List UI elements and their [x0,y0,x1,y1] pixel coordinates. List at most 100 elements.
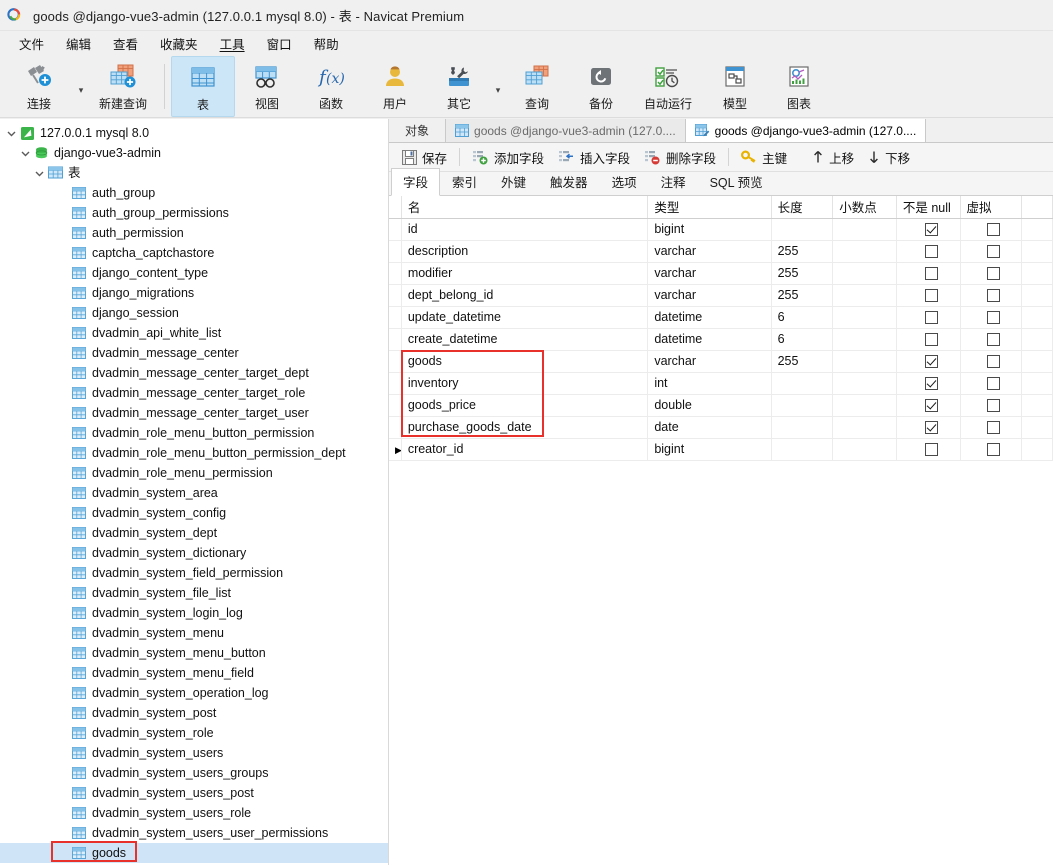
checkbox-icon[interactable] [987,355,1001,369]
tree-node-auth_group_permissions[interactable]: auth_group_permissions [0,203,388,223]
tree-node-dvadmin_message_center_target_user[interactable]: dvadmin_message_center_target_user [0,403,388,423]
row-indicator[interactable] [389,284,402,307]
cell-length[interactable] [771,394,834,417]
cell-decimals[interactable] [832,240,897,263]
tree-node-dvadmin_system_login_log[interactable]: dvadmin_system_login_log [0,603,388,623]
checkbox-icon[interactable] [987,267,1001,281]
cell-length[interactable]: 255 [771,262,834,285]
tree-node-dvadmin_system_menu[interactable]: dvadmin_system_menu [0,623,388,643]
toolbar-table[interactable]: 表 [171,56,235,117]
checkbox-icon[interactable] [924,289,938,303]
move-up-button[interactable]: 上移 [805,145,861,169]
checkbox-icon[interactable] [987,377,1001,391]
table-row[interactable]: goods_price double [389,394,1053,417]
tree-node-django_session[interactable]: django_session [0,303,388,323]
insert-field-button[interactable]: 插入字段 [551,145,637,169]
cell-name[interactable]: goods_price [401,394,649,417]
tree-node-goods[interactable]: goods [0,843,388,863]
cell-virtual-checkbox[interactable] [960,328,1023,351]
tree-node-dvadmin_message_center_target_role[interactable]: dvadmin_message_center_target_role [0,383,388,403]
row-indicator[interactable] [389,306,402,329]
toolbar-user[interactable]: 用户 [363,56,427,117]
cell-type[interactable]: bigint [647,218,772,241]
tree-node-auth_permission[interactable]: auth_permission [0,223,388,243]
tree-node-dvadmin_role_menu_button_permission_dept[interactable]: dvadmin_role_menu_button_permission_dept [0,443,388,463]
cell-virtual-checkbox[interactable] [960,218,1023,241]
cell-type[interactable]: double [647,394,772,417]
table-row[interactable]: id bigint [389,218,1053,241]
cell-not-null-checkbox[interactable] [896,262,961,285]
toolbar-other[interactable]: 其它 [427,56,491,117]
menu-edit[interactable]: 编辑 [55,31,102,56]
cell-length[interactable]: 255 [771,350,834,373]
cell-not-null-checkbox[interactable] [896,284,961,307]
row-indicator[interactable] [389,328,402,351]
tree-node-dvadmin_message_center[interactable]: dvadmin_message_center [0,343,388,363]
row-indicator[interactable] [389,240,402,263]
cell-virtual-checkbox[interactable] [960,240,1023,263]
cell-type[interactable]: varchar [647,240,772,263]
tree-node-django_content_type[interactable]: django_content_type [0,263,388,283]
row-indicator[interactable]: ▶ [389,438,402,461]
column-type[interactable]: 类型 [647,196,772,219]
column-length[interactable]: 长度 [771,196,834,219]
checkbox-icon[interactable] [987,311,1001,325]
table-row[interactable]: description varchar 255 [389,240,1053,263]
cell-name[interactable]: modifier [401,262,649,285]
checkbox-icon[interactable] [987,289,1001,303]
column-virtual[interactable]: 虚拟 [960,196,1023,219]
checkbox-icon[interactable] [924,267,938,281]
cell-length[interactable]: 255 [771,284,834,307]
cell-length[interactable]: 6 [771,306,834,329]
toolbar-automation[interactable]: 自动运行 [633,56,703,117]
subtab-options[interactable]: 选项 [600,168,649,195]
checkbox-icon[interactable] [924,333,938,347]
subtab-foreign-keys[interactable]: 外键 [489,168,538,195]
column-key-partial[interactable] [1021,196,1053,219]
row-indicator[interactable] [389,262,402,285]
field-grid-container[interactable]: 名 类型 长度 小数点 不是 null 虚拟 id bigint descripti… [389,196,1053,865]
checkbox-icon[interactable] [987,443,1001,457]
cell-name[interactable]: create_datetime [401,328,649,351]
table-row[interactable]: ▶ creator_id bigint [389,438,1053,461]
tree-node-dvadmin_api_white_list[interactable]: dvadmin_api_white_list [0,323,388,343]
cell-key-partial[interactable] [1021,262,1053,285]
cell-not-null-checkbox[interactable] [896,416,961,439]
cell-name[interactable]: id [401,218,649,241]
tree-node-dvadmin_system_config[interactable]: dvadmin_system_config [0,503,388,523]
table-row[interactable]: goods varchar 255 [389,350,1053,373]
cell-length[interactable]: 255 [771,240,834,263]
cell-type[interactable]: datetime [647,328,772,351]
tab-objects[interactable]: 对象 [389,119,447,142]
subtab-fields[interactable]: 字段 [391,168,441,196]
tree-node-django-vue3-admin[interactable]: django-vue3-admin [0,143,388,163]
cell-not-null-checkbox[interactable] [896,240,961,263]
tree-node-dvadmin_system_dept[interactable]: dvadmin_system_dept [0,523,388,543]
subtab-indexes[interactable]: 索引 [440,168,489,195]
cell-key-partial[interactable] [1021,350,1053,373]
cell-key-partial[interactable] [1021,394,1053,417]
checkbox-icon[interactable] [987,421,1001,435]
cell-type[interactable]: varchar [647,284,772,307]
tree-node-dvadmin_system_users[interactable]: dvadmin_system_users [0,743,388,763]
checkbox-icon[interactable] [924,311,938,325]
menu-favorites[interactable]: 收藏夹 [149,31,209,56]
cell-decimals[interactable] [832,284,897,307]
toolbar-backup[interactable]: 备份 [569,56,633,117]
row-indicator[interactable] [389,350,402,373]
subtab-comment[interactable]: 注释 [649,168,698,195]
cell-not-null-checkbox[interactable] [896,306,961,329]
cell-key-partial[interactable] [1021,416,1053,439]
tree-node-dvadmin_system_menu_button[interactable]: dvadmin_system_menu_button [0,643,388,663]
cell-name[interactable]: description [401,240,649,263]
cell-name[interactable]: purchase_goods_date [401,416,649,439]
cell-decimals[interactable] [832,394,897,417]
cell-type[interactable]: int [647,372,772,395]
cell-not-null-checkbox[interactable] [896,372,961,395]
cell-not-null-checkbox[interactable] [896,438,961,461]
cell-length[interactable] [771,372,834,395]
table-row[interactable]: dept_belong_id varchar 255 [389,284,1053,307]
toolbar-connection-caret-icon[interactable]: ▾ [74,56,88,117]
table-row[interactable]: inventory int [389,372,1053,395]
cell-decimals[interactable] [832,416,897,439]
